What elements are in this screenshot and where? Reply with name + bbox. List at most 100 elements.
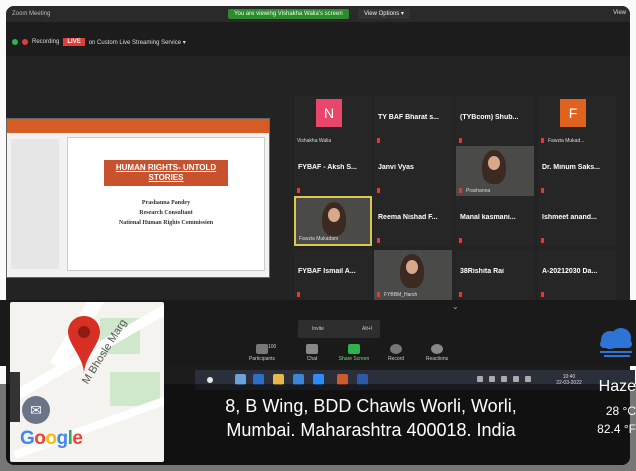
map-thumbnail: M Bhosle Marg ✉ Google (10, 302, 164, 462)
participant-tile[interactable]: FYBAF - Aksh S... (294, 146, 372, 196)
participant-tile[interactable]: Fawzia Mukadam (294, 196, 372, 246)
participants-button[interactable]: 100 Participants (244, 344, 280, 362)
record-label: Record (387, 356, 405, 362)
participant-name: Manal kasmani... (460, 214, 516, 221)
powerpoint-ribbon (7, 119, 269, 133)
invite-shortcut: Alt+I (362, 326, 373, 332)
participant-tile[interactable]: F Fawzia Mukad... (538, 96, 616, 146)
muted-mic-icon (459, 188, 462, 193)
participant-name: Janvi Vyas (378, 164, 414, 171)
muted-mic-icon (541, 292, 544, 297)
tray-battery-icon[interactable] (501, 376, 507, 382)
address-line-2: Mumbai. Maharashtra 400018. India (226, 420, 516, 440)
chat-button[interactable]: Chat (300, 344, 324, 362)
participant-tile[interactable]: 38Rishita Rai (456, 250, 534, 300)
recording-label: Recording (32, 39, 60, 45)
participant-tile[interactable]: N Vishakha Walia (294, 96, 372, 146)
participant-tile[interactable]: Janvi Vyas (374, 146, 452, 196)
record-icon (390, 344, 402, 354)
location-pin-icon (68, 316, 100, 374)
participants-label: Participants (248, 356, 276, 362)
haze-weather-icon (600, 328, 632, 357)
streaming-service-dropdown[interactable]: on Custom Live Streaming Service ▾ (89, 39, 186, 46)
muted-mic-icon (541, 238, 544, 243)
participant-name: 38Rishita Rai (460, 268, 504, 275)
avatar: N (316, 99, 342, 127)
participant-name: Ishmeet anand... (542, 214, 597, 221)
chevron-down-icon[interactable]: ⌄ (452, 302, 459, 311)
participant-tile[interactable]: Prashanna (456, 146, 534, 196)
participants-icon (256, 344, 268, 354)
participant-video (400, 254, 424, 288)
participant-tile[interactable]: FYBBM_Harsh (374, 250, 452, 300)
avatar: F (560, 99, 586, 127)
share-screen-icon (348, 344, 360, 354)
reactions-label: Reactions (425, 356, 449, 362)
tray-language-icon[interactable] (525, 376, 531, 382)
tray-arrow-icon[interactable] (477, 376, 483, 382)
view-button[interactable]: View (613, 10, 626, 16)
muted-mic-icon (377, 138, 380, 143)
tray-volume-icon[interactable] (513, 376, 519, 382)
recording-bar: Recording LIVE on Custom Live Streaming … (12, 34, 186, 50)
muted-mic-icon (459, 138, 462, 143)
start-icon[interactable] (207, 377, 213, 383)
invite-button[interactable]: Invite Alt+I (298, 320, 380, 338)
participant-name: Fawzia Mukad... (548, 138, 585, 144)
participant-tile[interactable]: Manal kasmani... (456, 196, 534, 246)
weather-temp-f: 82.4 °F (597, 422, 636, 436)
recording-dot-icon (22, 39, 28, 45)
presentation-slide: HUMAN RIGHTS- UNTOLD STORIES Prashanna P… (67, 137, 265, 271)
participant-tile[interactable]: A-20212030 Da... (538, 250, 616, 300)
slide-presenter-name: Prashanna Pandey (141, 200, 191, 206)
address-line-1: 8, B Wing, BDD Chawls Worli, Worli, (225, 396, 517, 416)
participant-name: Dr. Minum Saks... (542, 164, 600, 171)
muted-mic-icon (541, 188, 544, 193)
participant-name: FYBBM_Harsh (384, 292, 418, 298)
screen-share-banner: You are viewing Vishakha Walia's screen (228, 9, 349, 19)
muted-mic-icon (459, 292, 462, 297)
title-bar: Zoom Meeting You are viewing Vishakha Wa… (6, 6, 630, 22)
participant-tile[interactable]: FYBAF Ismail A... (294, 250, 372, 300)
video-face (406, 260, 418, 274)
participant-tile[interactable]: Ishmeet anand... (538, 196, 616, 246)
muted-mic-icon (459, 238, 462, 243)
participant-video (322, 202, 346, 236)
reactions-icon (431, 344, 443, 354)
chat-icon (306, 344, 318, 354)
google-logo: Google (20, 428, 83, 449)
mail-icon: ✉ (22, 396, 50, 424)
participant-tile[interactable]: (TYBcom) Shub... (456, 96, 534, 146)
share-screen-button[interactable]: Share Screen (334, 344, 374, 362)
live-badge: LIVE (63, 38, 85, 46)
window-title: Zoom Meeting (12, 11, 51, 17)
participant-name: Fawzia Mukadam (299, 236, 339, 242)
participant-name: FYBAF Ismail A... (298, 268, 356, 275)
participant-name: (TYBcom) Shub... (460, 114, 519, 121)
muted-mic-icon (377, 238, 380, 243)
participant-tile[interactable]: Dr. Minum Saks... (538, 146, 616, 196)
shared-screen: HUMAN RIGHTS- UNTOLD STORIES Prashanna P… (6, 118, 270, 278)
participant-name: A-20212030 Da... (542, 268, 598, 275)
record-button[interactable]: Record (384, 344, 408, 362)
reactions-button[interactable]: Reactions (420, 344, 454, 362)
muted-mic-icon (297, 292, 300, 297)
participant-name: Vishakha Walia (297, 138, 332, 144)
participant-name: Prashanna (466, 188, 491, 194)
participant-name: TY BAF Bharat s... (378, 114, 439, 121)
participant-name: Reema Nishad F... (378, 214, 438, 221)
muted-mic-icon (377, 292, 380, 297)
participant-tile[interactable]: TY BAF Bharat s... (374, 96, 452, 146)
muted-mic-icon (541, 138, 544, 143)
participant-tile[interactable]: Reema Nishad F... (374, 196, 452, 246)
tray-network-icon[interactable] (489, 376, 495, 382)
view-options-button[interactable]: View Options ▾ (358, 9, 410, 19)
participant-name: FYBAF - Aksh S... (298, 164, 357, 171)
map-left-marker (10, 372, 20, 422)
security-shield-icon[interactable] (12, 39, 18, 45)
weather-condition: Haze (598, 378, 636, 395)
weather-temp-c: 28 °C (605, 404, 636, 418)
slide-presenter-role: Research Consultant (139, 210, 193, 216)
address-text: 8, B Wing, BDD Chawls Worli, Worli, Mumb… (166, 394, 576, 442)
share-screen-label: Share Screen (338, 356, 370, 362)
